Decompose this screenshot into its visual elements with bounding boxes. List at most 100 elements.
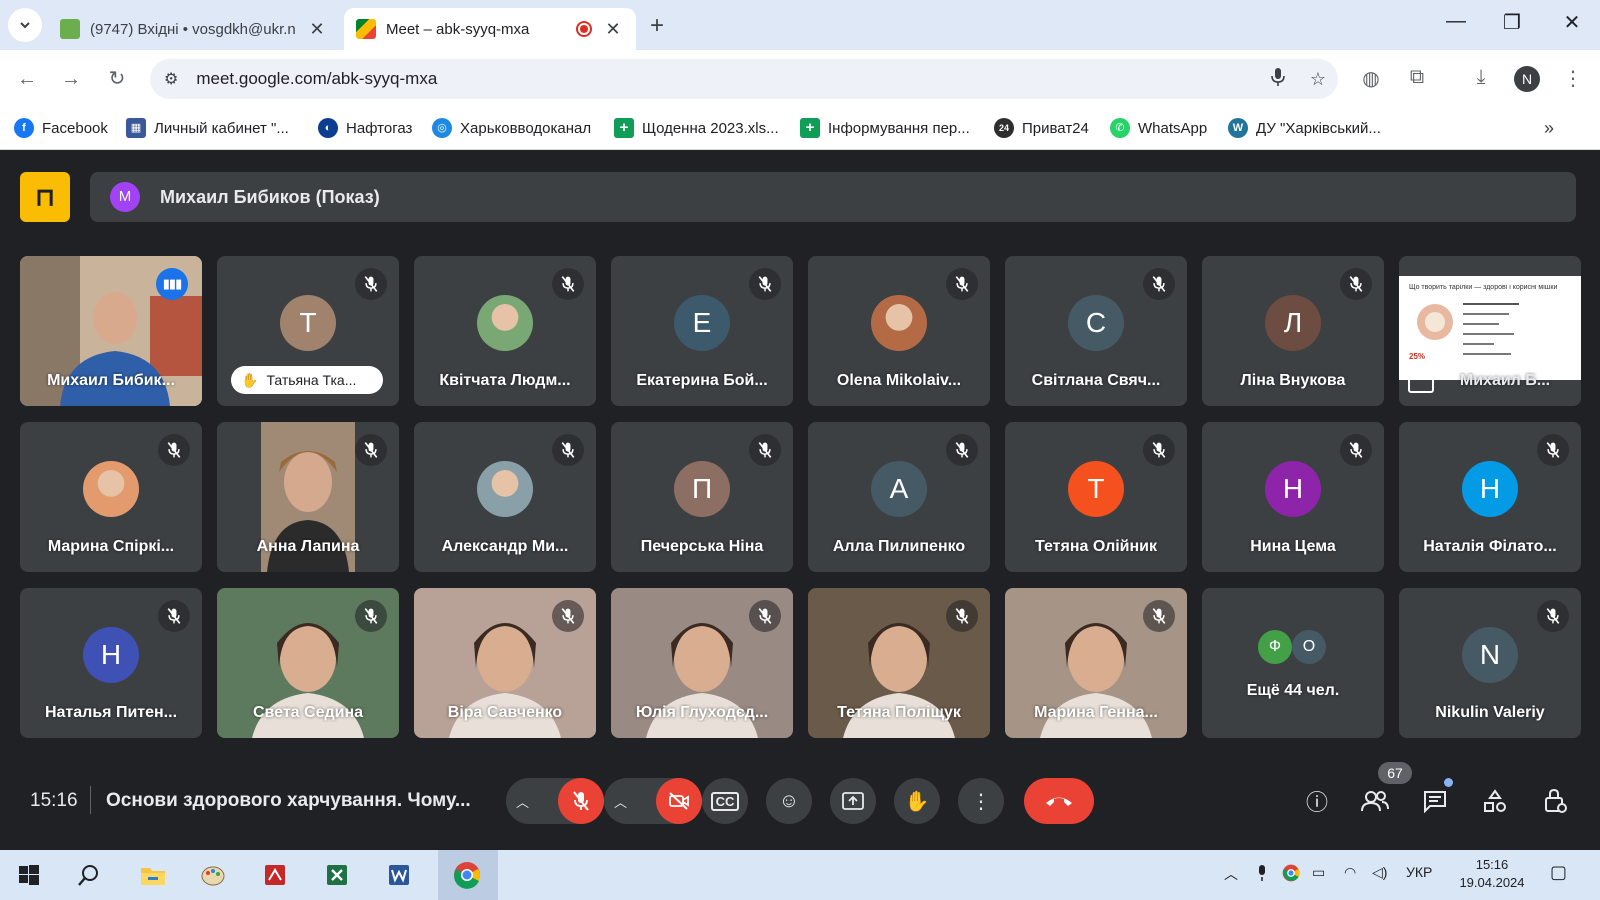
activities-icon[interactable]: [1478, 784, 1512, 818]
chevron-up-icon[interactable]: ︿: [516, 792, 529, 811]
participant-tile[interactable]: Н Нина Цема: [1202, 422, 1384, 572]
more-options-button[interactable]: ⋮: [958, 778, 1004, 824]
file-explorer-icon[interactable]: [138, 860, 168, 890]
participant-tile[interactable]: Н Наталья Питен...: [20, 588, 202, 738]
participant-tile[interactable]: Т ✋ Татьяна Тка...: [217, 256, 399, 406]
bookmark-naftogaz[interactable]: ◐ Нафтогаз: [318, 116, 412, 140]
bookmark-facebook[interactable]: f Facebook: [14, 116, 108, 140]
wifi-icon[interactable]: ◠: [1344, 864, 1356, 881]
meeting-info-icon[interactable]: ⓘ: [1300, 784, 1334, 818]
participant-tile[interactable]: Александр Ми...: [414, 422, 596, 572]
participant-avatar: Т: [280, 295, 336, 351]
pdf-app-icon[interactable]: [260, 860, 290, 890]
reactions-button[interactable]: ☺: [766, 778, 812, 824]
mic-button[interactable]: ︿: [506, 778, 604, 824]
close-window-button[interactable]: ✕: [1552, 10, 1592, 35]
tab-search-button[interactable]: [8, 8, 42, 42]
windows-start-icon[interactable]: [14, 860, 44, 890]
extensions-icon[interactable]: ⧉: [1402, 66, 1432, 89]
translate-icon[interactable]: ◍: [1356, 66, 1386, 91]
participant-tile[interactable]: П Печерська Ніна: [611, 422, 793, 572]
participant-tile[interactable]: Т Тетяна Олійник: [1005, 422, 1187, 572]
bookmark-vodokanal[interactable]: ◎ Харьковводоканал: [432, 116, 591, 140]
profile-avatar[interactable]: N: [1514, 66, 1540, 92]
hand-icon: ✋: [904, 790, 930, 813]
new-tab-button[interactable]: +: [650, 12, 664, 40]
host-controls-icon[interactable]: [1538, 784, 1572, 818]
search-icon[interactable]: [74, 860, 104, 890]
mic-off-icon[interactable]: [558, 778, 604, 824]
participant-tile[interactable]: N Nikulin Valeriy: [1399, 588, 1581, 738]
recording-icon: [576, 21, 592, 37]
participant-tile[interactable]: Віра Савченко: [414, 588, 596, 738]
people-icon[interactable]: [1358, 784, 1392, 818]
participant-tile[interactable]: Е Екатерина Бой...: [611, 256, 793, 406]
participant-name: Наталія Філато...: [1423, 538, 1557, 555]
tray-overflow-icon[interactable]: ︿: [1224, 864, 1238, 884]
participant-tile[interactable]: Л Ліна Внукова: [1202, 256, 1384, 406]
presentation-banner[interactable]: М Михаил Бибиков (Показ): [90, 172, 1576, 222]
participant-tile[interactable]: Марина Генна...: [1005, 588, 1187, 738]
bookmark-star-icon[interactable]: ☆: [1298, 69, 1338, 90]
back-button[interactable]: ←: [12, 64, 42, 94]
minimize-button[interactable]: —: [1436, 10, 1476, 33]
browser-menu-icon[interactable]: ⋮: [1558, 66, 1588, 91]
bookmark-du-kharkiv[interactable]: W ДУ "Харківський...: [1228, 116, 1381, 140]
participant-tile[interactable]: Анна Лапина: [217, 422, 399, 572]
tray-microphone-icon[interactable]: [1256, 864, 1268, 885]
tab-close-icon[interactable]: ✕: [306, 19, 328, 40]
excel-icon[interactable]: [322, 860, 352, 890]
participant-tile[interactable]: Н Наталія Філато...: [1399, 422, 1581, 572]
tab-close-icon[interactable]: ✕: [602, 19, 624, 40]
reload-button[interactable]: ↻: [102, 64, 132, 94]
participant-tile[interactable]: С Світлана Свяч...: [1005, 256, 1187, 406]
restore-button[interactable]: ❐: [1492, 10, 1532, 35]
microphone-icon[interactable]: [1258, 67, 1298, 92]
forward-button[interactable]: →: [56, 64, 86, 94]
participant-tile[interactable]: Юлія Глуходєд...: [611, 588, 793, 738]
participant-tile[interactable]: Що творить тарілки — здорові і корисні м…: [1399, 256, 1581, 406]
raised-hand-chip[interactable]: ✋ Татьяна Тка...: [231, 366, 383, 394]
bookmark-info[interactable]: + Інформування пер...: [800, 116, 970, 140]
raise-hand-button[interactable]: ✋: [894, 778, 940, 824]
keyboard-language[interactable]: УКР: [1406, 864, 1432, 880]
participant-tile[interactable]: Марина Спіркі...: [20, 422, 202, 572]
participant-tile[interactable]: ▮▮▮ Михаил Бибик...: [20, 256, 202, 406]
participant-tile[interactable]: Света Седина: [217, 588, 399, 738]
bookmark-daily-sheet[interactable]: + Щоденна 2023.xls...: [614, 116, 779, 140]
camera-off-icon[interactable]: [656, 778, 702, 824]
present-button[interactable]: [830, 778, 876, 824]
presentation-icon[interactable]: ⊓: [20, 172, 70, 222]
camera-button[interactable]: ︿: [604, 778, 702, 824]
participant-name: Світлана Свяч...: [1031, 372, 1161, 389]
participant-tile[interactable]: Тетяна Поліщук: [808, 588, 990, 738]
battery-icon[interactable]: ▭: [1312, 864, 1325, 881]
bookmark-cabinet[interactable]: ▦ Личный кабинет "...: [126, 116, 289, 140]
tray-chrome-icon[interactable]: [1282, 864, 1300, 885]
participant-tile[interactable]: Ф О Ещё 44 чел.: [1202, 588, 1384, 738]
volume-icon[interactable]: ◁): [1372, 864, 1387, 881]
more-bookmarks-icon[interactable]: »: [1544, 118, 1554, 139]
participant-name: Екатерина Бой...: [636, 372, 768, 389]
tab-meet[interactable]: Meet – abk-syyq-mxa ✕: [344, 8, 636, 50]
participant-tile[interactable]: А Алла Пилипенко: [808, 422, 990, 572]
bookmark-whatsapp[interactable]: ✆ WhatsApp: [1110, 116, 1207, 140]
chrome-icon[interactable]: [452, 860, 482, 890]
system-clock[interactable]: 15:16 19.04.2024: [1452, 856, 1532, 892]
chevron-up-icon[interactable]: ︿: [614, 792, 627, 811]
download-icon[interactable]: ⤓: [1466, 66, 1496, 89]
bookmark-privat24[interactable]: 24 Приват24: [994, 116, 1089, 140]
participant-avatar: П: [674, 461, 730, 517]
paint-icon[interactable]: [198, 860, 228, 890]
participant-tile[interactable]: Квітчата Людм...: [414, 256, 596, 406]
address-bar[interactable]: ⚙ meet.google.com/abk-syyq-mxa ☆: [150, 59, 1338, 99]
word-icon[interactable]: [384, 860, 414, 890]
captions-button[interactable]: CC: [702, 778, 748, 824]
participant-tile[interactable]: Olena Mikolaiv...: [808, 256, 990, 406]
site-settings-icon[interactable]: ⚙: [164, 69, 178, 89]
leave-call-button[interactable]: [1024, 778, 1094, 824]
notifications-icon[interactable]: ▢: [1550, 862, 1567, 883]
tab-mail[interactable]: (9747) Вхідні • vosgdkh@ukr.n ✕: [48, 8, 340, 50]
chat-icon[interactable]: [1418, 784, 1452, 818]
participant-name: Михаил Б...: [1459, 372, 1551, 389]
